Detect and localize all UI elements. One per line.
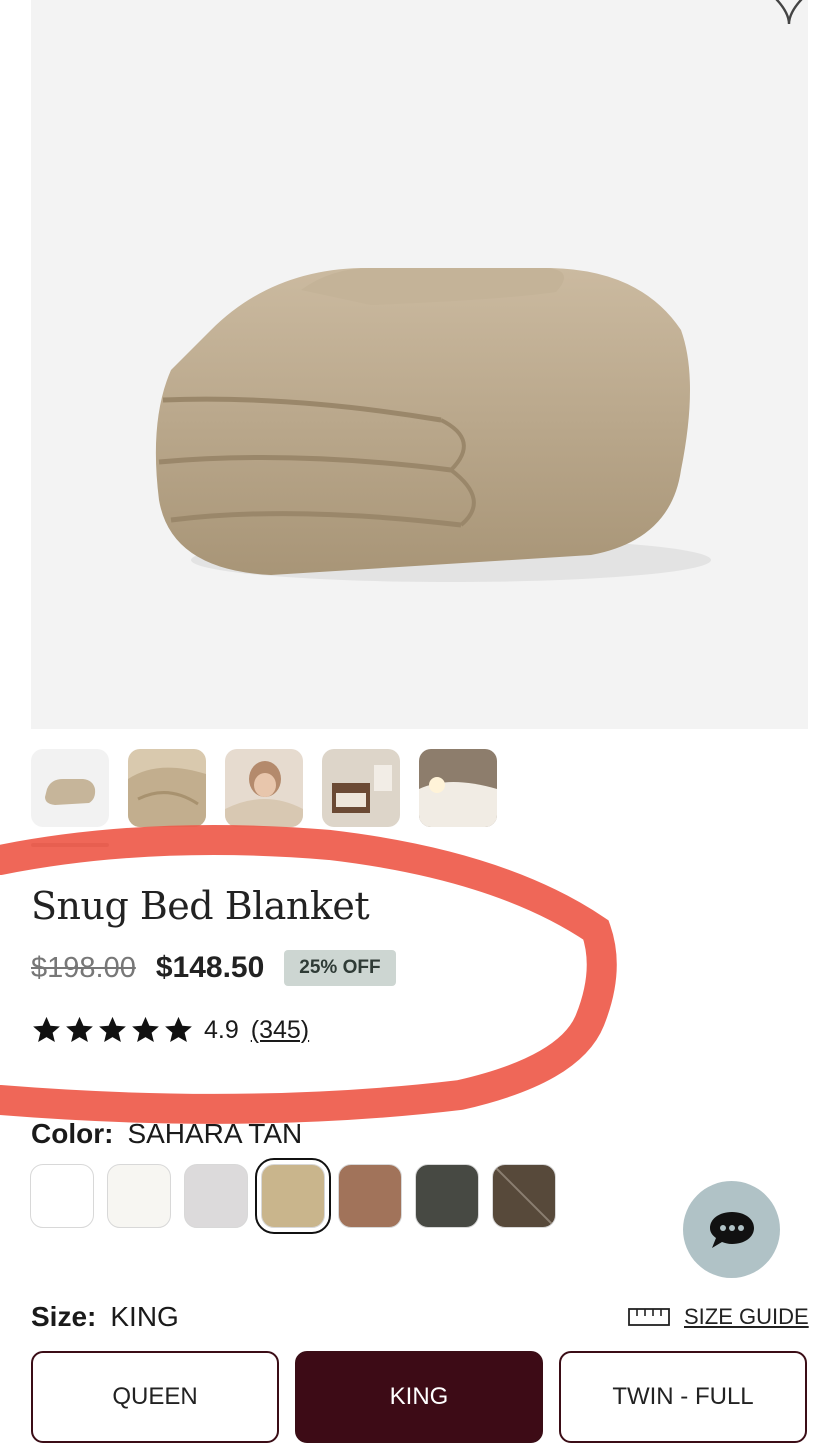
star-icon: [99, 1016, 126, 1042]
rating-row: 4.9 (345): [31, 1012, 309, 1048]
thumbnail-1[interactable]: [31, 749, 109, 827]
star-icon: [132, 1016, 159, 1042]
heart-icon[interactable]: [763, 0, 808, 26]
size-label-text: Size:: [31, 1301, 97, 1332]
sale-price: $148.50: [155, 951, 265, 984]
color-swatch-5[interactable]: [338, 1164, 402, 1228]
rating-stars: [31, 1015, 194, 1045]
star-icon: [165, 1016, 192, 1042]
selected-color-name: SAHARA TAN: [127, 1118, 303, 1149]
size-guide-label: SIZE GUIDE: [684, 1304, 809, 1329]
original-price: $198.00: [31, 951, 136, 984]
size-guide-link[interactable]: SIZE GUIDE: [628, 1304, 809, 1330]
size-option-queen[interactable]: QUEEN: [31, 1351, 279, 1443]
thumbnail-2[interactable]: [128, 749, 206, 827]
color-swatch-3[interactable]: [184, 1164, 248, 1228]
size-label: Size: KING: [31, 1301, 179, 1333]
price-row: $198.00 $148.50 25% OFF: [31, 948, 396, 988]
color-swatches: [30, 1158, 556, 1234]
color-swatch-1[interactable]: [30, 1164, 94, 1228]
review-count-link[interactable]: (345): [251, 1016, 309, 1045]
thumbnail-5[interactable]: [419, 749, 497, 827]
blanket-image: [155, 268, 711, 582]
color-swatch-6[interactable]: [415, 1164, 479, 1228]
thumbnail-3[interactable]: [225, 749, 303, 827]
star-icon: [66, 1016, 93, 1042]
chat-bubble-icon: [709, 1211, 754, 1248]
color-swatch-7[interactable]: [492, 1164, 556, 1228]
discount-badge: 25% OFF: [284, 950, 396, 986]
size-option-twin-full[interactable]: TWIN - FULL: [559, 1351, 807, 1443]
color-swatch-2[interactable]: [107, 1164, 171, 1228]
sold-out-slash: [494, 1166, 555, 1227]
thumbnail-4[interactable]: [322, 749, 400, 827]
size-option-king[interactable]: KING: [295, 1351, 543, 1443]
ruler-icon: [628, 1308, 670, 1326]
color-swatch-sahara-tan[interactable]: [255, 1158, 331, 1234]
star-icon: [33, 1016, 60, 1042]
color-label: Color: SAHARA TAN: [31, 1118, 302, 1150]
thumbnail-strip: [31, 749, 497, 829]
color-label-text: Color:: [31, 1118, 114, 1149]
product-main-image[interactable]: [31, 0, 808, 729]
selected-size-name: KING: [110, 1301, 179, 1332]
chat-button[interactable]: [683, 1181, 780, 1278]
thumbnail-active-indicator: [31, 843, 109, 847]
product-title: Snug Bed Blanket: [31, 884, 370, 928]
rating-value: 4.9: [204, 1015, 239, 1044]
